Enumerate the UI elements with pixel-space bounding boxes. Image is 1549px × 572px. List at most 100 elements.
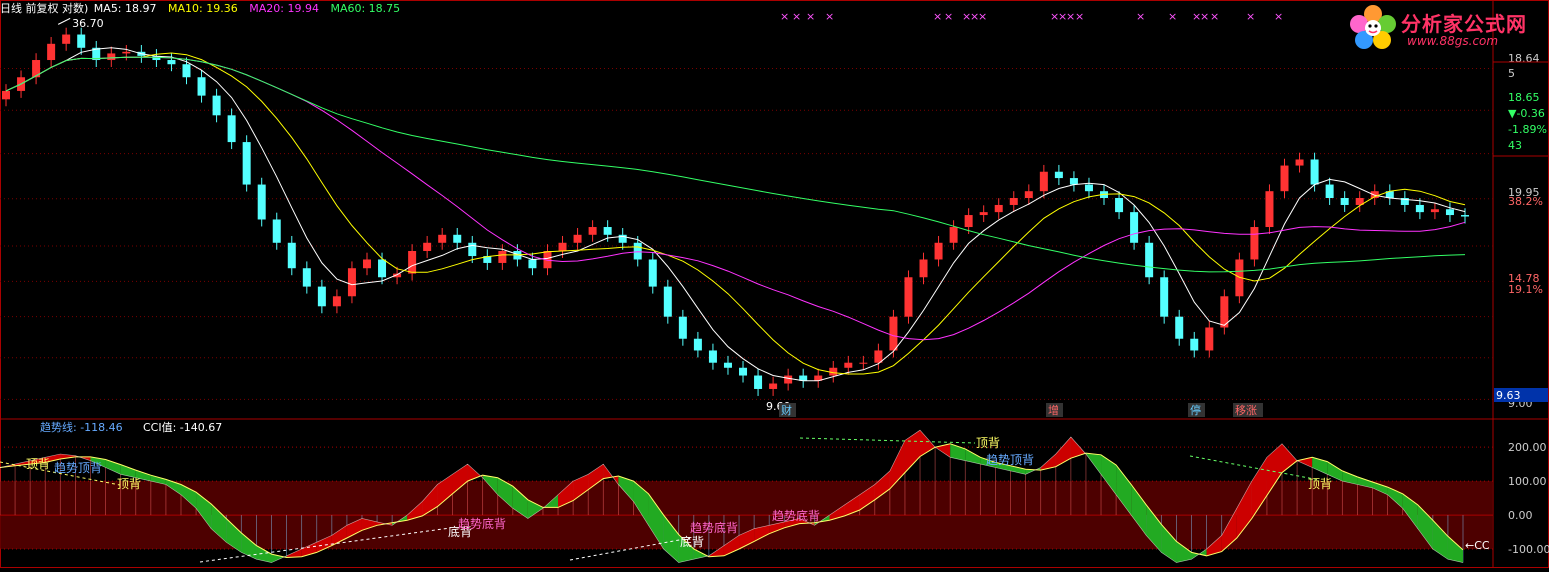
divergence-line-3 [799,437,976,444]
candle-body [212,95,221,116]
signal-marker-13: × [1136,10,1145,23]
candle-body [62,34,71,44]
cci-signal-7: 趋势底背 [772,508,820,523]
signal-marker-2: × [806,10,815,23]
candle-body [77,34,86,48]
candle-body [227,115,236,143]
chart-header: 日线 前复权 对数) MA5: 18.97 MA10: 19.36 MA20: … [0,0,400,16]
candle-body [1310,159,1319,185]
candle-body [47,43,56,61]
candle-body [949,227,958,243]
price-axis-tick-0: 18.64 [1508,52,1540,65]
event-tag-2: 停 [1190,403,1201,417]
ma-line-ma60 [5,56,1466,273]
signal-marker-11: × [1066,10,1075,23]
logo-url: www.88gs.com [1407,34,1499,48]
chart-canvas[interactable]: 18.64518.65▼-0.36-1.89%4319.9538.2%14.78… [0,0,1549,568]
site-logo[interactable]: 分析家公式网 www.88gs.com [1347,4,1543,52]
candle-body [769,383,778,389]
cci-trend-fill [1070,436,1086,459]
candle-body [1445,209,1454,216]
candle-body [1280,165,1289,192]
price-axis-tick-5: 43 [1508,139,1522,152]
candle-body [332,296,341,307]
cci-signal-0: 顶背 [26,457,50,471]
candle-body [1430,209,1439,213]
high-price-label: 36.70 [72,17,104,30]
cci-axis-tick-0: 200.00 [1508,441,1547,454]
trend-value-label: 趋势线: -118.46 [40,420,123,434]
signal-marker-16: × [1200,10,1209,23]
candle-body [678,316,687,339]
candle-body [603,227,612,235]
candle-body [739,367,748,376]
cci-signal-8: 顶背 [976,436,1000,450]
candle-body [844,362,853,368]
signal-marker-0: × [780,10,789,23]
candle-body [468,242,477,257]
candle-body [588,227,597,235]
cci-signal-6: 趋势底背 [690,520,738,535]
cci-signal-2: 顶背 [117,477,141,491]
candle-body [122,51,131,54]
candle-body [964,215,973,228]
candle-body [438,234,447,243]
event-tag-3: 移涨 [1235,404,1257,417]
candle-body [633,242,642,260]
candle-body [859,362,868,364]
signal-marker-5: × [944,10,953,23]
candle-body [1175,316,1184,339]
candle-body [1084,184,1093,192]
ma5-label: MA5: 18.97 [93,2,157,15]
candle-body [558,242,567,251]
ma20-label: MA20: 19.94 [249,2,319,15]
candle-body [648,259,657,287]
cci-value-label: CCI值: -140.67 [143,421,222,434]
ma-line-ma5 [5,47,1466,382]
candle-body [1415,204,1424,213]
candle-body [107,53,116,61]
candle-body [242,142,251,185]
price-axis-tick-9: 19.1% [1508,283,1543,296]
candle-body [197,77,206,96]
candle-body [919,259,928,278]
cci-signal-9: 趋势顶背 [986,453,1034,467]
candle-body [1461,215,1469,217]
candle-body [1340,197,1349,205]
signal-marker-3: × [825,10,834,23]
candle-body [1325,184,1334,198]
candle-body [257,184,266,220]
signal-marker-18: × [1246,10,1255,23]
candle-body [693,338,702,351]
candle-body [1265,191,1274,228]
candle-body [272,219,281,243]
ma60-label: MA60: 18.75 [330,2,401,15]
candle-body [182,64,191,78]
candle-body [498,250,507,263]
period-label: 日线 前复权 对数) [0,2,89,15]
signal-marker-4: × [933,10,942,23]
candle-body [453,234,462,243]
candle-body [528,259,537,269]
last-price-label: 9.63 [1496,389,1521,402]
signal-marker-8: × [978,10,987,23]
price-axis-tick-1: 5 [1508,67,1515,80]
stock-chart[interactable]: 18.64 5 18.65 ▼-0.36 -1.89% 43 19.95 38.2% 14.78… [0,0,1549,568]
candle-body [1205,327,1214,351]
candle-body [378,259,387,278]
candle-body [994,204,1003,213]
candle-body [1039,171,1048,192]
cci-axis-tick-3: -100.00 [1508,543,1549,556]
candle-body [723,362,732,368]
candle-body [904,277,913,317]
candle-body [408,250,417,274]
candle-body [1069,178,1078,185]
signal-marker-1: × [792,10,801,23]
flower-logo-icon [1350,5,1396,49]
candle-body [1054,171,1063,179]
candle-body [573,234,582,243]
candle-body [979,212,988,216]
candle-body [1250,227,1259,260]
signal-marker-12: × [1075,10,1084,23]
price-axis-tick-3: ▼-0.36 [1508,107,1545,120]
